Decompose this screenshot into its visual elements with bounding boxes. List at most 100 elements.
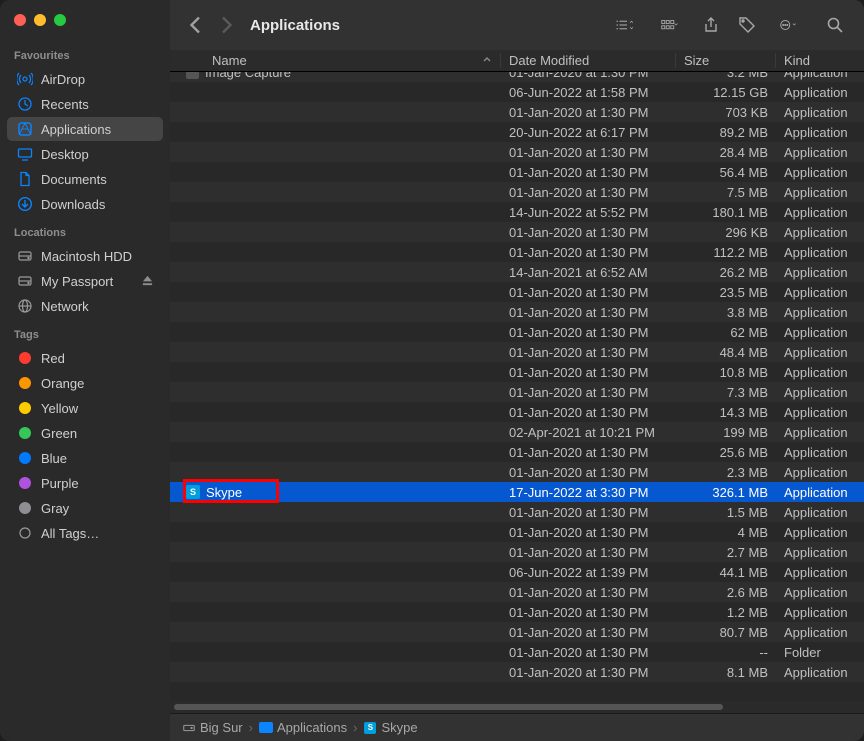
column-header-kind[interactable]: Kind bbox=[776, 53, 864, 68]
sidebar-item-all-tags-[interactable]: All Tags… bbox=[7, 521, 163, 545]
sidebar-item-blue[interactable]: Blue bbox=[7, 446, 163, 470]
file-row[interactable]: 01-Jan-2020 at 1:30 PM48.4 MBApplication bbox=[170, 342, 864, 362]
eject-icon[interactable] bbox=[142, 274, 153, 289]
forward-button[interactable] bbox=[214, 13, 238, 37]
column-header-name[interactable]: Name bbox=[170, 53, 501, 68]
back-button[interactable] bbox=[184, 13, 208, 37]
search-button[interactable] bbox=[820, 11, 850, 39]
file-row[interactable]: 02-Apr-2021 at 10:21 PM199 MBApplication bbox=[170, 422, 864, 442]
sidebar-item-documents[interactable]: Documents bbox=[7, 167, 163, 191]
file-row[interactable]: 01-Jan-2020 at 1:30 PM7.3 MBApplication bbox=[170, 382, 864, 402]
sidebar-item-downloads[interactable]: Downloads bbox=[7, 192, 163, 216]
sidebar-item-red[interactable]: Red bbox=[7, 346, 163, 370]
file-row[interactable]: 01-Jan-2020 at 1:30 PM112.2 MBApplicatio… bbox=[170, 242, 864, 262]
file-row[interactable]: 06-Jun-2022 at 1:58 PM12.15 GBApplicatio… bbox=[170, 82, 864, 102]
sidebar-item-macintosh-hdd[interactable]: Macintosh HDD bbox=[7, 244, 163, 268]
file-row[interactable]: 01-Jan-2020 at 1:30 PM62 MBApplication bbox=[170, 322, 864, 342]
file-row[interactable]: 01-Jan-2020 at 1:30 PM1.2 MBApplication bbox=[170, 602, 864, 622]
file-row[interactable]: 01-Jan-2020 at 1:30 PM28.4 MBApplication bbox=[170, 142, 864, 162]
file-row[interactable]: 01-Jan-2020 at 1:30 PM4 MBApplication bbox=[170, 522, 864, 542]
alltags-icon bbox=[17, 525, 33, 541]
sidebar-item-purple[interactable]: Purple bbox=[7, 471, 163, 495]
sidebar-item-airdrop[interactable]: AirDrop bbox=[7, 67, 163, 91]
file-row[interactable]: 01-Jan-2020 at 1:30 PM2.7 MBApplication bbox=[170, 542, 864, 562]
minimize-window-button[interactable] bbox=[34, 14, 46, 26]
column-header-size[interactable]: Size bbox=[676, 53, 776, 68]
file-date-cell: 01-Jan-2020 at 1:30 PM bbox=[501, 145, 676, 160]
file-size-cell: 14.3 MB bbox=[676, 405, 776, 420]
file-date-cell: 20-Jun-2022 at 6:17 PM bbox=[501, 125, 676, 140]
file-date-cell: 17-Jun-2022 at 3:30 PM bbox=[501, 485, 676, 500]
file-row[interactable]: Image Capture01-Jan-2020 at 1:30 PM3.2 M… bbox=[170, 72, 864, 82]
file-row[interactable]: 01-Jan-2020 at 1:30 PM7.5 MBApplication bbox=[170, 182, 864, 202]
skype-icon: S bbox=[363, 721, 377, 735]
file-size-cell: 44.1 MB bbox=[676, 565, 776, 580]
close-window-button[interactable] bbox=[14, 14, 26, 26]
file-row[interactable]: 01-Jan-2020 at 1:30 PM3.8 MBApplication bbox=[170, 302, 864, 322]
file-row[interactable]: 20-Jun-2022 at 6:17 PM89.2 MBApplication bbox=[170, 122, 864, 142]
file-row[interactable]: 01-Jan-2020 at 1:30 PM2.6 MBApplication bbox=[170, 582, 864, 602]
column-header-date[interactable]: Date Modified bbox=[501, 53, 676, 68]
scrollbar-thumb[interactable] bbox=[174, 704, 723, 710]
sidebar-item-yellow[interactable]: Yellow bbox=[7, 396, 163, 420]
tags-button[interactable] bbox=[732, 11, 762, 39]
tag-icon bbox=[17, 425, 33, 441]
sidebar-item-label: Red bbox=[41, 351, 65, 366]
sidebar-item-orange[interactable]: Orange bbox=[7, 371, 163, 395]
view-mode-button[interactable] bbox=[604, 11, 644, 39]
file-size-cell: 7.3 MB bbox=[676, 385, 776, 400]
file-size-cell: 80.7 MB bbox=[676, 625, 776, 640]
file-row[interactable]: 01-Jan-2020 at 1:30 PM80.7 MBApplication bbox=[170, 622, 864, 642]
column-header-row: Name Date Modified Size Kind bbox=[170, 50, 864, 72]
file-row[interactable]: 14-Jan-2021 at 6:52 AM26.2 MBApplication bbox=[170, 262, 864, 282]
sidebar-item-desktop[interactable]: Desktop bbox=[7, 142, 163, 166]
sidebar-item-label: Downloads bbox=[41, 197, 105, 212]
file-date-cell: 14-Jun-2022 at 5:52 PM bbox=[501, 205, 676, 220]
file-kind-cell: Application bbox=[776, 285, 864, 300]
sidebar-item-gray[interactable]: Gray bbox=[7, 496, 163, 520]
sidebar-item-recents[interactable]: Recents bbox=[7, 92, 163, 116]
path-segment[interactable]: Big Sur bbox=[182, 720, 243, 735]
file-row[interactable]: 01-Jan-2020 at 1:30 PM25.6 MBApplication bbox=[170, 442, 864, 462]
path-segment-label: Applications bbox=[277, 720, 347, 735]
file-list[interactable]: Image Capture01-Jan-2020 at 1:30 PM3.2 M… bbox=[170, 72, 864, 701]
file-row[interactable]: 01-Jan-2020 at 1:30 PM296 KBApplication bbox=[170, 222, 864, 242]
file-kind-cell: Application bbox=[776, 525, 864, 540]
file-size-cell: 296 KB bbox=[676, 225, 776, 240]
zoom-window-button[interactable] bbox=[54, 14, 66, 26]
action-menu-button[interactable] bbox=[768, 11, 808, 39]
file-row[interactable]: 01-Jan-2020 at 1:30 PM8.1 MBApplication bbox=[170, 662, 864, 682]
group-button[interactable] bbox=[650, 11, 690, 39]
path-segment[interactable]: Applications bbox=[259, 720, 347, 735]
file-name-cell: Image Capture bbox=[170, 72, 501, 80]
file-row[interactable]: 01-Jan-2020 at 1:30 PM703 KBApplication bbox=[170, 102, 864, 122]
file-row[interactable]: 01-Jan-2020 at 1:30 PM56.4 MBApplication bbox=[170, 162, 864, 182]
file-row[interactable]: 01-Jan-2020 at 1:30 PM23.5 MBApplication bbox=[170, 282, 864, 302]
file-row[interactable]: 06-Jun-2022 at 1:39 PM44.1 MBApplication bbox=[170, 562, 864, 582]
sidebar-item-network[interactable]: Network bbox=[7, 294, 163, 318]
app-icon bbox=[186, 72, 199, 79]
file-size-cell: 1.5 MB bbox=[676, 505, 776, 520]
file-size-cell: 2.6 MB bbox=[676, 585, 776, 600]
horizontal-scrollbar[interactable] bbox=[170, 701, 864, 713]
path-segment[interactable]: SSkype bbox=[363, 720, 417, 735]
share-button[interactable] bbox=[696, 11, 726, 39]
file-size-cell: 3.8 MB bbox=[676, 305, 776, 320]
file-row[interactable]: 01-Jan-2020 at 1:30 PM--Folder bbox=[170, 642, 864, 662]
sidebar-item-applications[interactable]: Applications bbox=[7, 117, 163, 141]
file-kind-cell: Application bbox=[776, 565, 864, 580]
desktop-icon bbox=[17, 146, 33, 162]
sidebar-section-label: Locations bbox=[0, 217, 170, 243]
sidebar-item-my-passport[interactable]: My Passport bbox=[7, 269, 163, 293]
disk-icon bbox=[17, 248, 33, 264]
sidebar-item-label: Network bbox=[41, 299, 89, 314]
file-kind-cell: Application bbox=[776, 505, 864, 520]
file-row[interactable]: 14-Jun-2022 at 5:52 PM180.1 MBApplicatio… bbox=[170, 202, 864, 222]
file-row[interactable]: 01-Jan-2020 at 1:30 PM1.5 MBApplication bbox=[170, 502, 864, 522]
file-row[interactable]: 01-Jan-2020 at 1:30 PM10.8 MBApplication bbox=[170, 362, 864, 382]
sidebar-item-label: Purple bbox=[41, 476, 79, 491]
file-date-cell: 01-Jan-2020 at 1:30 PM bbox=[501, 445, 676, 460]
file-kind-cell: Application bbox=[776, 545, 864, 560]
file-row[interactable]: 01-Jan-2020 at 1:30 PM14.3 MBApplication bbox=[170, 402, 864, 422]
sidebar-item-green[interactable]: Green bbox=[7, 421, 163, 445]
